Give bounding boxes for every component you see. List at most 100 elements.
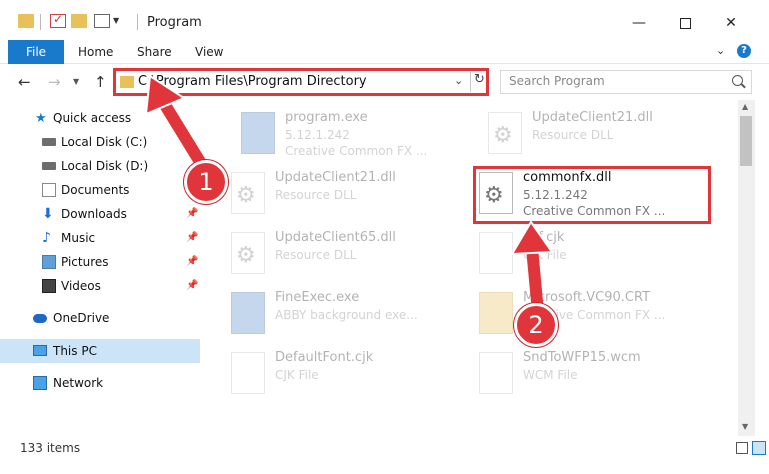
downloads-icon: ⬇ — [42, 206, 54, 222]
exe-file-icon — [241, 112, 275, 154]
sidebar-item-documents[interactable]: Documents — [0, 178, 200, 202]
file-item[interactable]: UpdateClient65.dll Resource DLL — [203, 226, 443, 282]
scroll-thumb[interactable] — [740, 116, 752, 166]
folder-icon — [120, 76, 134, 88]
this-pc-icon — [33, 345, 47, 356]
new-folder-icon[interactable] — [71, 14, 87, 28]
file-item[interactable]: SndToWFP15.wcm WCM File — [451, 346, 691, 402]
scroll-up-icon[interactable]: ▲ — [742, 102, 748, 111]
sidebar-item-label: Pictures — [61, 255, 109, 269]
forward-button[interactable]: → — [48, 73, 61, 91]
search-icon[interactable] — [732, 75, 743, 86]
documents-icon — [42, 183, 56, 197]
sidebar-item-downloads[interactable]: ⬇ Downloads 📌 — [0, 202, 200, 226]
file-type: CJK File — [275, 368, 319, 382]
step-2-badge: 2 — [514, 303, 558, 347]
large-icons-view-icon[interactable] — [752, 441, 766, 455]
file-list: program.exe 5.12.1.242 Creative Common FX… — [203, 100, 738, 436]
file-name: dcf.cjk — [523, 230, 565, 245]
sidebar-item-local-disk-c[interactable]: Local Disk (C:) — [0, 130, 200, 154]
sidebar-item-videos[interactable]: Videos 📌 — [0, 274, 200, 298]
recent-locations-icon[interactable]: ▼ — [73, 77, 79, 86]
status-bar: 133 items — [0, 438, 769, 474]
refresh-icon[interactable]: ↻ — [470, 72, 488, 92]
up-button[interactable]: ↑ — [94, 73, 107, 91]
file-item[interactable]: Microsoft.VC90.CRT Creative Common FX ..… — [451, 286, 691, 342]
help-icon[interactable]: ? — [737, 44, 751, 58]
sidebar-item-label: Videos — [61, 279, 101, 293]
sidebar-item-pictures[interactable]: Pictures 📌 — [0, 250, 200, 274]
quick-access-dropdown-icon[interactable]: ▼ — [113, 16, 119, 25]
dll-file-icon — [231, 232, 265, 274]
minimize-button[interactable]: — — [616, 8, 662, 38]
sidebar-item-onedrive[interactable]: OneDrive — [0, 306, 200, 330]
videos-icon — [42, 279, 56, 293]
file-name: DefaultFont.cjk — [275, 350, 374, 365]
tab-home[interactable]: Home — [78, 40, 113, 64]
file-item[interactable]: DefaultFont.cjk CJK File — [203, 346, 443, 402]
sidebar-item-label: Music — [61, 231, 96, 245]
file-item[interactable]: FineExec.exe ABBY background exe... — [203, 286, 443, 342]
file-name: SndToWFP15.wcm — [523, 350, 641, 365]
back-button[interactable]: ← — [18, 73, 31, 91]
close-button[interactable]: ✕ — [708, 8, 754, 38]
file-version: 5.12.1.242 — [285, 128, 350, 142]
sidebar-item-label: OneDrive — [53, 311, 110, 325]
expand-ribbon-icon[interactable]: ⌄ — [716, 44, 725, 57]
window-title: Program — [147, 15, 202, 30]
onedrive-icon — [33, 314, 47, 323]
file-item[interactable]: program.exe 5.12.1.242 Creative Common FX… — [213, 106, 453, 162]
file-type: Resource DLL — [275, 188, 357, 202]
sidebar-item-label: Documents — [61, 183, 130, 197]
maximize-icon — [679, 17, 691, 29]
file-type: Resource DLL — [532, 128, 614, 142]
sidebar-item-local-disk-d[interactable]: Local Disk (D:) — [0, 154, 200, 178]
sidebar-item-label: Quick access — [53, 111, 132, 125]
maximize-button[interactable] — [662, 8, 708, 38]
address-dropdown-icon[interactable]: ⌄ — [454, 74, 463, 87]
sidebar-item-quick-access[interactable]: ★ Quick access — [0, 106, 200, 130]
sidebar-item-label: Downloads — [61, 207, 127, 221]
sidebar-item-network[interactable]: Network — [0, 371, 200, 395]
pin-icon[interactable]: 📌 — [186, 226, 198, 250]
vertical-scrollbar[interactable]: ▲ ▼ — [738, 100, 755, 436]
exe-file-icon — [231, 292, 265, 334]
divider — [40, 14, 41, 30]
file-item[interactable]: UpdateClient21.dll Resource DLL — [203, 166, 443, 222]
sidebar-item-music[interactable]: ♪ Music 📌 — [0, 226, 200, 250]
file-icon — [231, 352, 265, 394]
folder-icon[interactable] — [18, 14, 34, 28]
highlight-box — [473, 166, 711, 224]
search-input[interactable] — [509, 74, 719, 88]
properties-icon[interactable] — [94, 14, 110, 28]
ribbon-tabs: File Home Share View ⌄ ? — [0, 40, 769, 64]
sidebar-item-this-pc[interactable]: This PC — [0, 339, 200, 363]
file-type: ABBY background exe... — [275, 308, 418, 322]
file-name: program.exe — [285, 110, 368, 125]
dll-file-icon — [231, 172, 265, 214]
search-box[interactable] — [500, 70, 752, 94]
file-details: 5.12.1.242 Creative Common FX ... — [285, 127, 427, 159]
file-name: UpdateClient65.dll — [275, 230, 396, 245]
pin-icon[interactable]: 📌 — [186, 250, 198, 274]
network-icon — [33, 376, 47, 390]
address-path[interactable]: C:\Program Files\Program Directory — [138, 74, 367, 89]
music-icon: ♪ — [42, 230, 51, 246]
tab-share[interactable]: Share — [137, 40, 172, 64]
scroll-down-icon[interactable]: ▼ — [742, 422, 748, 431]
tab-view[interactable]: View — [195, 40, 223, 64]
title-bar: ▼ Program — ✕ — [0, 0, 769, 40]
pin-icon[interactable]: 📌 — [186, 274, 198, 298]
dll-file-icon — [488, 112, 522, 154]
pin-icon[interactable]: 📌 — [186, 202, 198, 226]
step-1-badge: 1 — [184, 160, 228, 204]
file-type: CJK File — [523, 248, 567, 262]
file-item[interactable]: UpdateClient21.dll Resource DLL — [460, 106, 700, 162]
address-bar[interactable]: C:\Program Files\Program Directory ⌄ ↻ — [113, 68, 489, 96]
file-item[interactable]: dcf.cjk CJK File — [451, 226, 691, 282]
properties-check-icon[interactable] — [50, 12, 66, 28]
sidebar-item-label: This PC — [53, 344, 97, 358]
navigation-bar: ← → ▼ ↑ C:\Program Files\Program Directo… — [0, 65, 769, 99]
tab-file[interactable]: File — [8, 40, 64, 64]
details-view-icon[interactable] — [736, 442, 748, 454]
